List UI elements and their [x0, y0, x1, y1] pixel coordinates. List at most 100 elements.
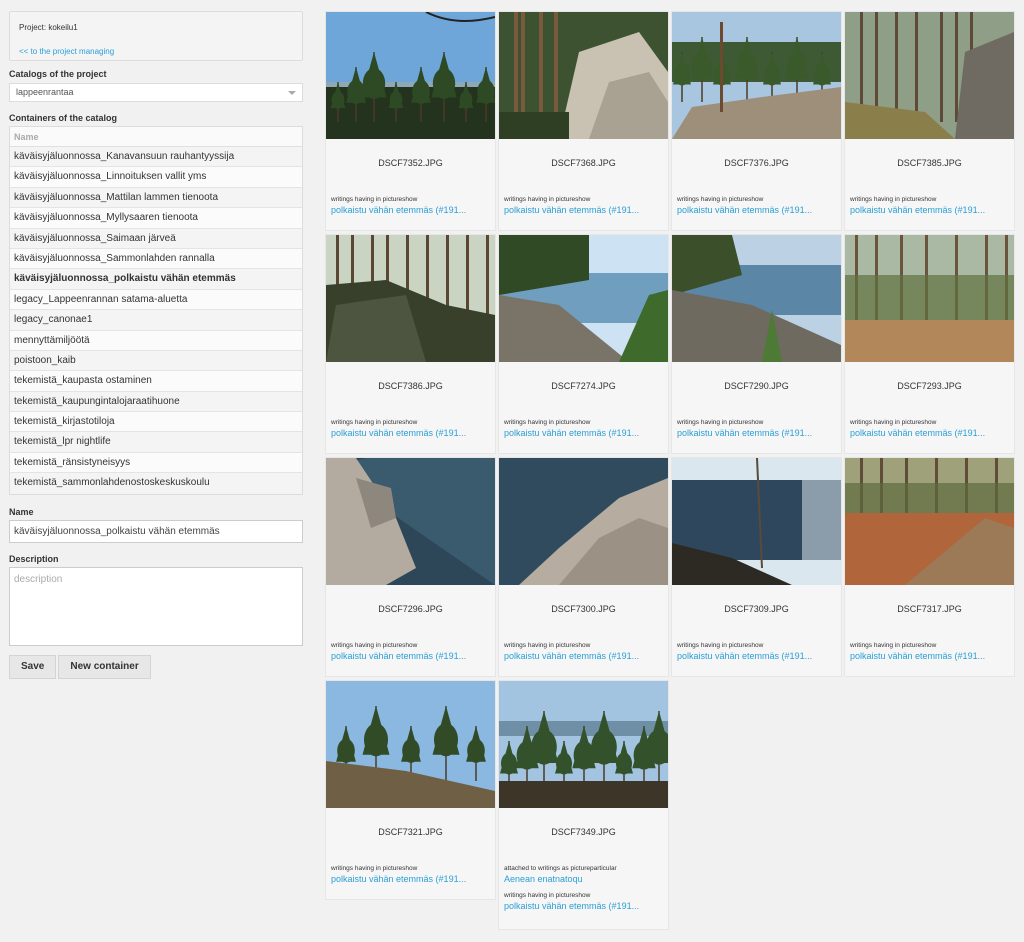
list-item[interactable]: poistoon_kaib — [10, 350, 302, 372]
list-item[interactable]: tekemistä_kaupungintalojaraatihuone — [10, 391, 302, 413]
pictureshow-link[interactable]: polkaistu vähän etemmäs (#191... — [499, 651, 668, 661]
photo-filename: DSCF7290.JPG — [724, 381, 789, 391]
containers-table: Name käväisyjäluonnossa_Kanavansuun rauh… — [9, 126, 303, 495]
photo-filename: DSCF7300.JPG — [551, 604, 616, 614]
list-item[interactable]: legacy_Lappeenrannan satama-aluetta — [10, 289, 302, 311]
photo-filename: DSCF7293.JPG — [897, 381, 962, 391]
pictureshow-link[interactable]: polkaistu vähän etemmäs (#191... — [672, 428, 841, 438]
photo-thumbnail[interactable] — [845, 12, 1014, 139]
photo-thumbnail[interactable] — [326, 458, 495, 585]
photo-thumbnail[interactable] — [499, 12, 668, 139]
pictureshow-link[interactable]: polkaistu vähän etemmäs (#191... — [326, 205, 495, 215]
photo-card[interactable]: DSCF7352.JPG writings having in picturesh… — [325, 11, 496, 231]
list-item[interactable]: käväisyjäluonnossa_Kanavansuun rauhantyy… — [10, 147, 302, 168]
photo-filename: DSCF7317.JPG — [897, 604, 962, 614]
photo-filename: DSCF7296.JPG — [378, 604, 443, 614]
photo-thumbnail[interactable] — [326, 681, 495, 808]
name-field[interactable]: käväisyjäluonnossa_polkaistu vähän etemm… — [9, 519, 303, 543]
photo-thumbnail[interactable] — [326, 235, 495, 362]
photo-thumbnail[interactable] — [845, 458, 1014, 585]
photo-card[interactable]: DSCF7385.JPG writings having in picturesh… — [844, 11, 1015, 231]
name-label: Name — [9, 506, 34, 517]
chevron-down-icon — [288, 91, 296, 95]
pictureshow-note: writings having in pictureshow — [504, 419, 591, 426]
photo-card[interactable]: DSCF7293.JPG writings having in picturesh… — [844, 234, 1015, 454]
pictureshow-note: writings having in pictureshow — [850, 642, 937, 649]
list-item[interactable]: käväisyjäluonnossa_Sammonlahden rannalla — [10, 248, 302, 270]
photo-card[interactable]: DSCF7376.JPG writings having in picturesh… — [671, 11, 842, 231]
attached-note: attached to writings as pictureparticula… — [504, 865, 617, 872]
list-item[interactable]: käväisyjäluonnossa_Mattilan lammen tieno… — [10, 187, 302, 209]
list-item[interactable]: tekemistä_lpr nightlife — [10, 432, 302, 453]
pictureshow-note: writings having in pictureshow — [504, 196, 591, 203]
list-item[interactable]: tekemistä_kirjastotiloja — [10, 412, 302, 433]
photo-card[interactable]: DSCF7368.JPG writings having in picturesh… — [498, 11, 669, 231]
photo-thumbnail[interactable] — [326, 12, 495, 139]
pictureshow-note: writings having in pictureshow — [331, 419, 418, 426]
containers-label: Containers of the catalog — [9, 113, 118, 123]
photo-filename: DSCF7352.JPG — [378, 158, 443, 168]
photo-thumbnail[interactable] — [672, 235, 841, 362]
pictureshow-link[interactable]: polkaistu vähän etemmäs (#191... — [326, 428, 495, 438]
pictureshow-link[interactable]: polkaistu vähän etemmäs (#191... — [845, 205, 1014, 215]
pictureshow-link[interactable]: polkaistu vähän etemmäs (#191... — [845, 428, 1014, 438]
project-box: Project: kokeilu1 << to the project mana… — [9, 11, 303, 61]
catalog-select-value: lappeenrantaa — [16, 87, 74, 97]
photo-thumbnail[interactable] — [672, 12, 841, 139]
project-managing-link[interactable]: << to the project managing — [19, 47, 293, 56]
photo-card[interactable]: DSCF7321.JPG writings having in picturesh… — [325, 680, 496, 900]
list-item[interactable]: käväisyjäluonnossa_Linnoituksen vallit y… — [10, 167, 302, 188]
photo-filename: DSCF7386.JPG — [378, 381, 443, 391]
list-item[interactable]: tekemistä_kaupasta ostaminen — [10, 371, 302, 392]
photo-filename: DSCF7321.JPG — [378, 827, 443, 837]
photo-card[interactable]: DSCF7317.JPG writings having in picturesh… — [844, 457, 1015, 677]
pictureshow-note: writings having in pictureshow — [850, 419, 937, 426]
photo-thumbnail[interactable] — [499, 681, 668, 808]
pictureshow-link[interactable]: polkaistu vähän etemmäs (#191... — [499, 428, 668, 438]
catalogs-label: Catalogs of the project — [9, 69, 107, 79]
pictureshow-note: writings having in pictureshow — [331, 642, 418, 649]
pictureshow-link[interactable]: polkaistu vähän etemmäs (#191... — [326, 874, 495, 884]
list-item[interactable]: käväisyjäluonnossa_Myllysaaren tienoota — [10, 208, 302, 229]
photo-card[interactable]: DSCF7274.JPG writings having in picturesh… — [498, 234, 669, 454]
table-header-name: Name — [10, 127, 302, 147]
pictureshow-note: writings having in pictureshow — [504, 642, 591, 649]
photo-thumbnail[interactable] — [499, 235, 668, 362]
project-label: Project: kokeilu1 — [19, 23, 78, 32]
list-item[interactable]: mennyttämiljöötä — [10, 330, 302, 351]
pictureshow-note: writings having in pictureshow — [677, 642, 764, 649]
attached-writing-link[interactable]: Aenean enatnatoqu — [499, 874, 668, 884]
sidebar: Project: kokeilu1 << to the project mana… — [9, 11, 303, 679]
photo-card[interactable]: DSCF7290.JPG writings having in picturesh… — [671, 234, 842, 454]
pictureshow-note: writings having in pictureshow — [331, 865, 418, 872]
description-field[interactable]: description — [9, 566, 303, 646]
pictureshow-link[interactable]: polkaistu vähän etemmäs (#191... — [326, 651, 495, 661]
photo-thumbnail[interactable] — [672, 458, 841, 585]
photo-filename: DSCF7385.JPG — [897, 158, 962, 168]
list-item[interactable]: tekemistä_sammonlahdenostoskeskuskoulu — [10, 473, 302, 494]
photo-filename: DSCF7309.JPG — [724, 604, 789, 614]
photo-thumbnail[interactable] — [499, 458, 668, 585]
pictureshow-note: writings having in pictureshow — [504, 892, 591, 899]
list-item[interactable]: käväisyjäluonnossa_polkaistu vähän etemm… — [10, 269, 302, 290]
photo-filename: DSCF7349.JPG — [551, 827, 616, 837]
photo-filename: DSCF7274.JPG — [551, 381, 616, 391]
list-item[interactable]: tekemistä_ränsistyneisyys — [10, 452, 302, 474]
pictureshow-link[interactable]: polkaistu vähän etemmäs (#191... — [672, 651, 841, 661]
save-button[interactable]: Save — [9, 654, 57, 679]
photo-card[interactable]: DSCF7296.JPG writings having in picturesh… — [325, 457, 496, 677]
photo-card[interactable]: DSCF7300.JPG writings having in picturesh… — [498, 457, 669, 677]
pictureshow-link[interactable]: polkaistu vähän etemmäs (#191... — [499, 205, 668, 215]
pictureshow-link[interactable]: polkaistu vähän etemmäs (#191... — [672, 205, 841, 215]
photo-card[interactable]: DSCF7309.JPG writings having in picturesh… — [671, 457, 842, 677]
list-item[interactable]: käväisyjäluonnossa_Saimaan järveä — [10, 228, 302, 249]
pictureshow-link[interactable]: polkaistu vähän etemmäs (#191... — [499, 901, 668, 911]
photo-thumbnail[interactable] — [845, 235, 1014, 362]
pictureshow-note: writings having in pictureshow — [850, 196, 937, 203]
photo-card[interactable]: DSCF7349.JPG attached to writings as pict… — [498, 680, 669, 930]
catalog-select[interactable]: lappeenrantaa — [9, 83, 303, 102]
list-item[interactable]: legacy_canonae1 — [10, 310, 302, 331]
pictureshow-link[interactable]: polkaistu vähän etemmäs (#191... — [845, 651, 1014, 661]
photo-card[interactable]: DSCF7386.JPG writings having in picturesh… — [325, 234, 496, 454]
new-container-button[interactable]: New container — [58, 654, 151, 679]
